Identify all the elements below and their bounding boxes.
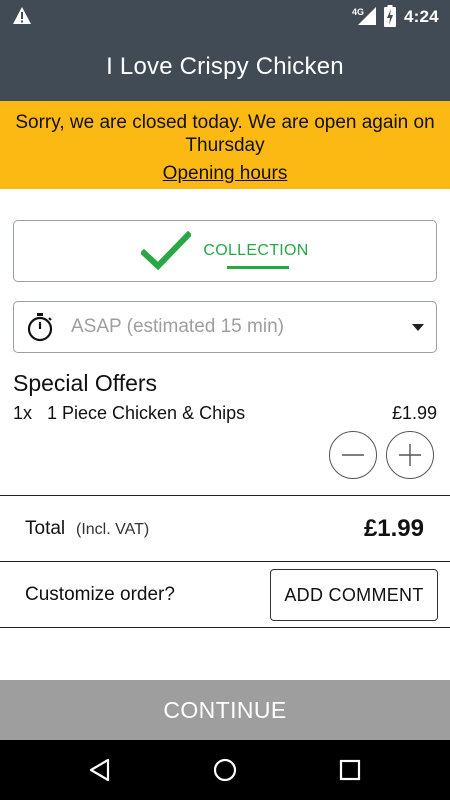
- closed-banner: Sorry, we are closed today. We are open …: [0, 101, 450, 189]
- closed-message: Sorry, we are closed today. We are open …: [15, 112, 435, 156]
- item-quantity: 1x: [13, 403, 33, 423]
- time-select-value: ASAP (estimated 15 min): [71, 316, 284, 337]
- home-icon[interactable]: [213, 758, 237, 782]
- warning-icon: [13, 7, 31, 24]
- continue-button[interactable]: CONTINUE: [0, 680, 450, 740]
- status-bar: 4G 4:24: [0, 0, 450, 32]
- checkmark-icon: [141, 231, 192, 271]
- customize-label: Customize order?: [25, 584, 175, 605]
- signal-icon: 4G: [352, 7, 376, 25]
- recent-apps-icon[interactable]: [338, 758, 362, 782]
- time-select[interactable]: ASAP (estimated 15 min): [13, 301, 437, 353]
- collection-option[interactable]: COLLECTION: [13, 220, 437, 282]
- total-value: £1.99: [363, 515, 424, 542]
- total-label: Total: [25, 518, 66, 539]
- status-time: 4:24: [404, 7, 439, 26]
- battery-charging-icon: [384, 5, 396, 27]
- minus-icon: [342, 454, 364, 456]
- opening-hours-link[interactable]: Opening hours: [163, 163, 288, 185]
- add-comment-button[interactable]: ADD COMMENT: [270, 569, 438, 621]
- collection-label: COLLECTION: [203, 242, 309, 259]
- section-title: Special Offers: [13, 370, 158, 396]
- chevron-down-icon: [412, 324, 424, 331]
- back-icon[interactable]: [88, 758, 112, 782]
- item-name: 1 Piece Chicken & Chips: [47, 403, 246, 423]
- vat-note: (Incl. VAT): [76, 521, 150, 538]
- divider: [0, 561, 450, 562]
- item-price: £1.99: [391, 403, 437, 423]
- divider: [0, 495, 450, 496]
- page-title: I Love Crispy Chicken: [106, 52, 344, 80]
- collection-underline: [227, 266, 290, 269]
- app-bar: I Love Crispy Chicken: [0, 32, 450, 101]
- navigation-bar: [0, 740, 450, 800]
- plus-icon: [399, 444, 421, 466]
- stopwatch-icon: [27, 313, 53, 342]
- increase-quantity-button[interactable]: [386, 431, 434, 479]
- list-item: 1x 1 Piece Chicken & Chips £1.99: [13, 403, 437, 427]
- decrease-quantity-button[interactable]: [329, 431, 377, 479]
- collection-label-wrap: COLLECTION: [203, 242, 309, 269]
- divider: [0, 627, 450, 628]
- network-label: 4G: [352, 7, 364, 17]
